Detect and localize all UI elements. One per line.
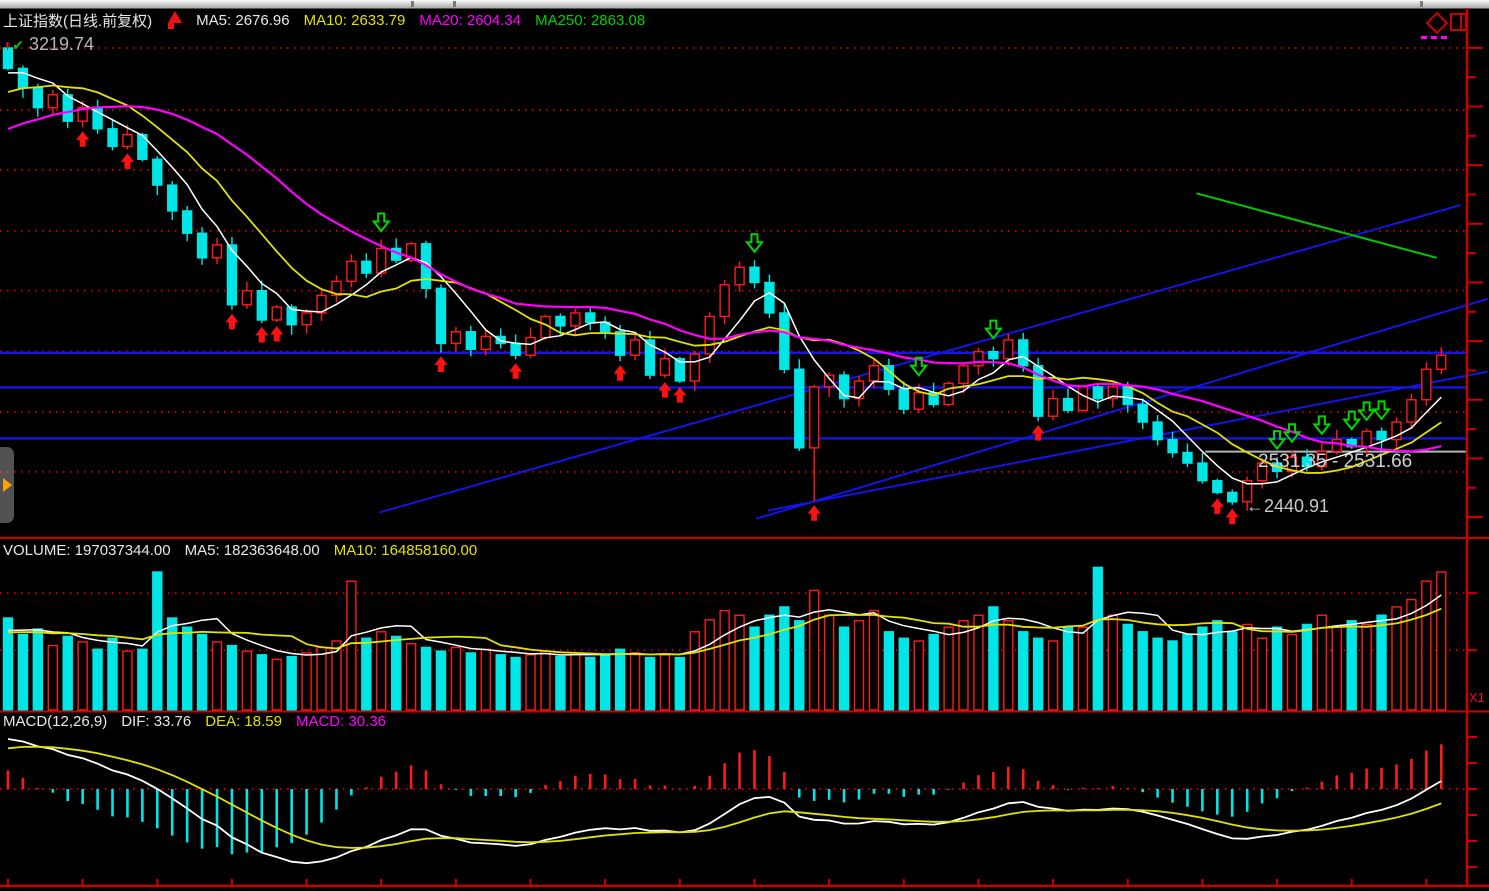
panel-toolbar [1420, 10, 1480, 42]
expand-arrow-icon [3, 478, 12, 492]
volume-ma10-value: MA10: 164858160.00 [334, 542, 477, 559]
chart-canvas[interactable] [0, 0, 1489, 891]
more-dots-icon[interactable] [1421, 36, 1427, 39]
sell-signal-arrow [1270, 431, 1285, 449]
macd-lines [8, 739, 1441, 863]
dea-value: DEA: 18.59 [205, 713, 282, 730]
dif-value: DIF: 33.76 [121, 713, 191, 730]
window-icon[interactable] [1450, 13, 1467, 31]
volume-ma5-value: MA5: 182363648.00 [185, 542, 320, 559]
volume-bars [4, 567, 1446, 710]
scale-multiplier-label: X1 [1469, 690, 1485, 705]
sell-signal-arrow [1374, 401, 1389, 419]
buy-signal-arrow [76, 131, 89, 147]
macd-header: MACD(12,26,9) DIF: 33.76 DEA: 18.59 MACD… [3, 713, 386, 730]
sell-signal-arrow [747, 234, 762, 252]
instrument-title: 上证指数(日线.前复权) [3, 10, 152, 31]
buy-signal-arrow [255, 327, 268, 343]
buy-signal-arrow [121, 153, 134, 169]
buy-signal-arrow [270, 326, 283, 342]
chart-window: 上证指数(日线.前复权) MA5: 2676.96 MA10: 2633.79 … [0, 0, 1489, 891]
buy-signal-arrow [1211, 498, 1224, 514]
main-chart-header: 上证指数(日线.前复权) MA5: 2676.96 MA10: 2633.79 … [3, 10, 645, 31]
marker-arrow-icon: ↟ [3, 41, 12, 53]
buy-signal-arrow [225, 314, 238, 330]
price-range-label: 2531.35 - 2531.66 [1258, 451, 1412, 473]
ma250-value: MA250: 2863.08 [535, 12, 645, 29]
buy-signal-arrow [434, 356, 447, 372]
sell-signal-arrow [1344, 412, 1359, 430]
ma5-value: MA5: 2676.96 [196, 12, 289, 29]
more-dots-icon[interactable] [1441, 36, 1447, 39]
buy-signal-arrow [614, 365, 627, 381]
period-high-label: ↟✔ 3219.74 [3, 34, 94, 55]
buy-signal-arrow [1226, 509, 1239, 525]
volume-header: VOLUME: 197037344.00 MA5: 182363648.00 M… [3, 542, 477, 559]
more-dots-icon[interactable] [1431, 36, 1437, 39]
signals [76, 131, 1389, 524]
buy-signal-arrow [808, 505, 821, 521]
sidebar-expander[interactable] [0, 447, 14, 523]
macd-params: MACD(12,26,9) [3, 713, 107, 730]
sell-signal-arrow [374, 213, 389, 231]
sell-signal-arrow [1314, 416, 1329, 434]
period-low-label: ←2440.91 [1246, 496, 1329, 517]
axes [0, 8, 1489, 887]
period-high-value: 3219.74 [29, 34, 94, 54]
volume-value: VOLUME: 197037344.00 [3, 542, 171, 559]
ma20-value: MA20: 2604.34 [419, 12, 521, 29]
buy-signal-arrow [658, 382, 671, 398]
check-icon: ✔ [12, 37, 24, 53]
ma10-value: MA10: 2633.79 [304, 12, 406, 29]
sell-signal-arrow [1359, 402, 1374, 420]
support-lines [0, 353, 1467, 439]
diamond-icon[interactable] [1426, 12, 1449, 35]
up-arrow-icon [166, 12, 182, 29]
buy-signal-arrow [673, 387, 686, 403]
macd-value: MACD: 30.36 [296, 713, 386, 730]
buy-signal-arrow [509, 363, 522, 379]
